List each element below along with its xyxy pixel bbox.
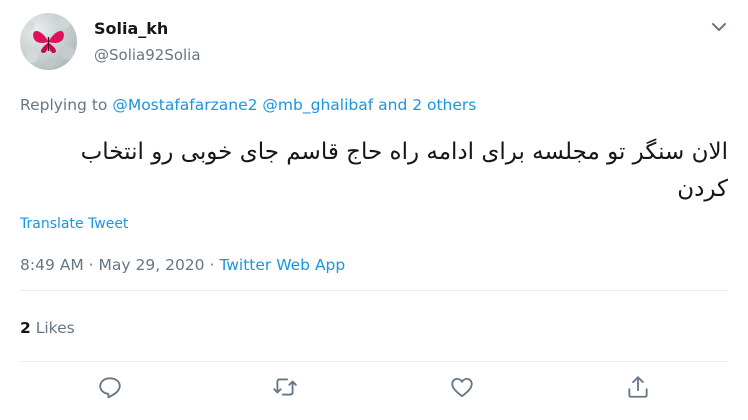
share-button[interactable] [625, 374, 651, 400]
mention-link[interactable]: @Mostafafarzane2 [112, 96, 257, 114]
translate-tweet-link[interactable]: Translate Tweet [20, 216, 128, 232]
chevron-down-icon [712, 23, 726, 31]
divider [20, 361, 728, 362]
tweet-source-link[interactable]: Twitter Web App [219, 256, 345, 274]
divider [20, 290, 728, 291]
display-name[interactable]: Solia_kh [94, 19, 168, 38]
tweet-text: الان سنگر تو مجلسه برای ادامه راه حاج قا… [80, 139, 728, 202]
others-link[interactable]: and 2 others [378, 96, 476, 114]
retweet-icon [273, 378, 297, 396]
meta-separator: · [88, 256, 94, 274]
tweet-date[interactable]: May 29, 2020 [99, 256, 205, 274]
retweet-button[interactable] [272, 374, 298, 400]
share-icon [628, 376, 648, 398]
replying-prefix: Replying to [20, 96, 108, 114]
replying-to-line: Replying to @Mostafafarzane2 @mb_ghaliba… [20, 96, 476, 114]
tweet-time[interactable]: 8:49 AM [20, 256, 84, 274]
reply-button[interactable] [97, 374, 123, 400]
reply-icon [99, 377, 121, 399]
user-handle[interactable]: @Solia92Solia [94, 46, 201, 64]
likes-label: Likes [35, 319, 75, 337]
avatar[interactable] [20, 13, 77, 70]
mention-link[interactable]: @mb_ghalibaf [262, 96, 373, 114]
likes-count: 2 [20, 319, 31, 337]
more-options-button[interactable] [708, 16, 730, 38]
meta-separator: · [209, 256, 215, 274]
like-button[interactable] [449, 374, 475, 400]
likes-count-link[interactable]: 2 Likes [20, 319, 75, 337]
heart-icon [451, 377, 473, 398]
butterfly-icon [25, 17, 75, 68]
tweet-meta: 8:49 AM · May 29, 2020 · Twitter Web App [20, 256, 345, 274]
